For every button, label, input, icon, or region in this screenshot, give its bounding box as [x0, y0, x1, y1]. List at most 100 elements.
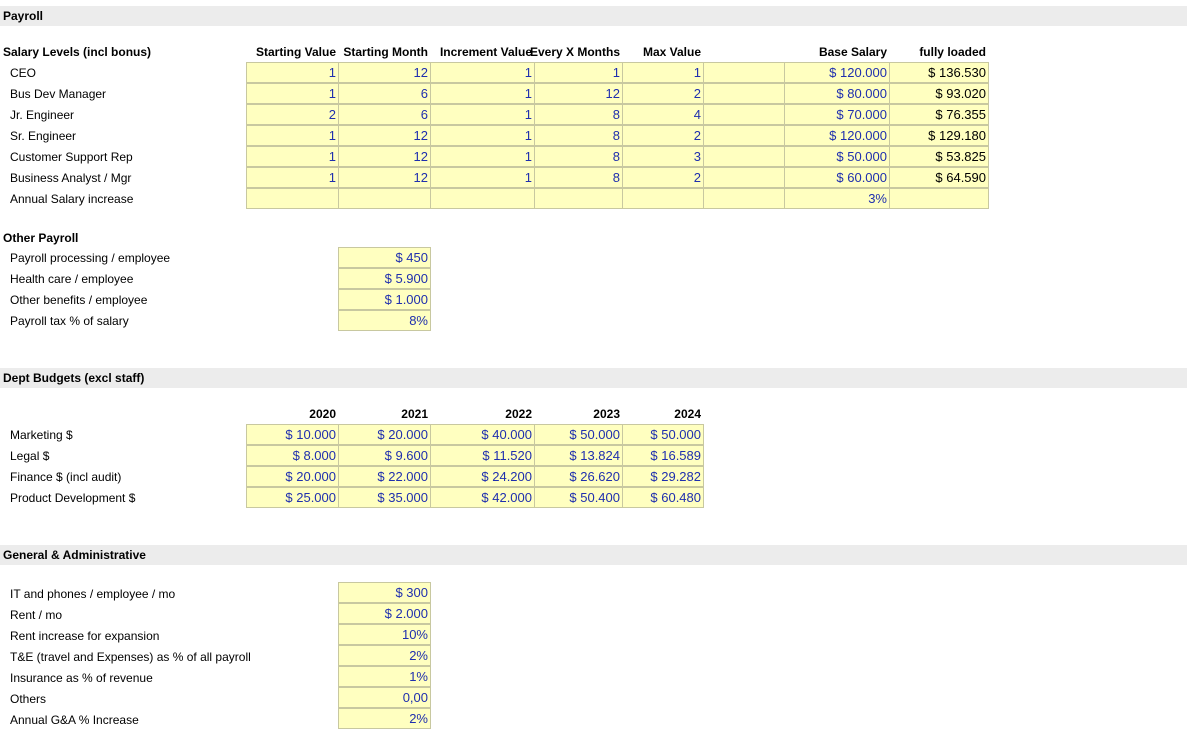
input-cell[interactable]: 12	[534, 83, 623, 104]
input-cell[interactable]	[703, 146, 785, 167]
input-cell[interactable]: 6	[338, 104, 431, 125]
input-cell[interactable]: $ 1.000	[338, 289, 431, 310]
input-cell[interactable]	[246, 188, 339, 209]
input-cell[interactable]: $ 13.824	[534, 445, 623, 466]
section-title: General & Administrative	[3, 548, 146, 562]
input-cell[interactable]: $ 24.200	[430, 466, 535, 487]
input-cell[interactable]: 1	[430, 83, 535, 104]
input-cell[interactable]: $ 70.000	[784, 104, 890, 125]
input-cell[interactable]: 1	[430, 125, 535, 146]
input-cell[interactable]: $ 136.530	[889, 62, 989, 83]
input-cell[interactable]: 8	[534, 125, 623, 146]
input-cell[interactable]	[338, 188, 431, 209]
row-label: Customer Support Rep	[10, 150, 133, 164]
input-cell[interactable]: 0,00	[338, 687, 431, 708]
input-cell[interactable]: 2	[622, 167, 704, 188]
input-cell[interactable]: 4	[622, 104, 704, 125]
row-label: Sr. Engineer	[10, 129, 77, 143]
input-cell[interactable]: $ 450	[338, 247, 431, 268]
input-cell[interactable]: 2	[246, 104, 339, 125]
input-cell[interactable]: $ 64.590	[889, 167, 989, 188]
input-cell[interactable]: $ 20.000	[246, 466, 339, 487]
row-label: Business Analyst / Mgr	[10, 171, 132, 185]
input-cell[interactable]: 12	[338, 125, 431, 146]
input-cell[interactable]: 12	[338, 167, 431, 188]
input-cell[interactable]: $ 11.520	[430, 445, 535, 466]
input-cell[interactable]: 2%	[338, 708, 431, 729]
input-cell[interactable]: $ 60.000	[784, 167, 890, 188]
input-cell[interactable]: $ 16.589	[622, 445, 704, 466]
input-cell[interactable]: 1	[430, 62, 535, 83]
input-cell[interactable]: 2	[622, 125, 704, 146]
input-cell[interactable]	[703, 167, 785, 188]
row-label: Other benefits / employee	[10, 293, 148, 307]
input-cell[interactable]: $ 40.000	[430, 424, 535, 445]
input-cell[interactable]: $ 60.480	[622, 487, 704, 508]
input-cell[interactable]: $ 5.900	[338, 268, 431, 289]
input-cell[interactable]	[622, 188, 704, 209]
input-cell[interactable]	[703, 188, 785, 209]
row-label: Annual Salary increase	[10, 192, 134, 206]
input-cell[interactable]: 1%	[338, 666, 431, 687]
input-cell[interactable]: 1	[430, 104, 535, 125]
input-cell[interactable]	[430, 188, 535, 209]
input-cell[interactable]	[889, 188, 989, 209]
year-header: 2021	[401, 407, 428, 421]
input-cell[interactable]	[703, 83, 785, 104]
input-cell[interactable]: 8	[534, 104, 623, 125]
input-cell[interactable]: $ 120.000	[784, 62, 890, 83]
input-cell[interactable]: $ 10.000	[246, 424, 339, 445]
input-cell[interactable]: $ 2.000	[338, 603, 431, 624]
input-cell[interactable]: $ 93.020	[889, 83, 989, 104]
row-label: CEO	[10, 66, 37, 80]
input-cell[interactable]: $ 50.400	[534, 487, 623, 508]
input-cell[interactable]: 12	[338, 62, 431, 83]
input-cell[interactable]: $ 76.355	[889, 104, 989, 125]
section-header-dept-budgets: Dept Budgets (excl staff)	[0, 368, 1187, 388]
input-cell[interactable]: 1	[246, 146, 339, 167]
input-cell[interactable]: $ 50.000	[622, 424, 704, 445]
row-label: Health care / employee	[10, 272, 134, 286]
input-cell[interactable]	[703, 125, 785, 146]
input-cell[interactable]: $ 35.000	[338, 487, 431, 508]
input-cell[interactable]: 8	[534, 167, 623, 188]
input-cell[interactable]	[703, 62, 785, 83]
input-cell[interactable]: 1	[430, 146, 535, 167]
input-cell[interactable]: 6	[338, 83, 431, 104]
input-cell[interactable]: 8%	[338, 310, 431, 331]
input-cell[interactable]: 8	[534, 146, 623, 167]
input-cell[interactable]: $ 120.000	[784, 125, 890, 146]
input-cell[interactable]: 2%	[338, 645, 431, 666]
input-cell[interactable]: $ 25.000	[246, 487, 339, 508]
input-cell[interactable]: 1	[246, 62, 339, 83]
section-title: Dept Budgets (excl staff)	[3, 371, 145, 385]
input-cell[interactable]: 10%	[338, 624, 431, 645]
input-cell[interactable]: $ 50.000	[534, 424, 623, 445]
input-cell[interactable]: $ 80.000	[784, 83, 890, 104]
input-cell[interactable]: 12	[338, 146, 431, 167]
input-cell[interactable]	[703, 104, 785, 125]
input-cell[interactable]: $ 50.000	[784, 146, 890, 167]
column-header: fully loaded	[919, 45, 986, 59]
input-cell[interactable]: 1	[534, 62, 623, 83]
input-cell[interactable]: $ 53.825	[889, 146, 989, 167]
input-cell[interactable]: 1	[622, 62, 704, 83]
input-cell[interactable]: $ 8.000	[246, 445, 339, 466]
input-cell[interactable]: 1	[246, 83, 339, 104]
input-cell[interactable]: $ 26.620	[534, 466, 623, 487]
input-cell[interactable]: 3%	[784, 188, 890, 209]
input-cell[interactable]	[534, 188, 623, 209]
input-cell[interactable]: $ 129.180	[889, 125, 989, 146]
input-cell[interactable]: $ 22.000	[338, 466, 431, 487]
input-cell[interactable]: 1	[430, 167, 535, 188]
input-cell[interactable]: $ 42.000	[430, 487, 535, 508]
input-cell[interactable]: $ 20.000	[338, 424, 431, 445]
input-cell[interactable]: 1	[246, 125, 339, 146]
input-cell[interactable]: $ 300	[338, 582, 431, 603]
input-cell[interactable]: 3	[622, 146, 704, 167]
row-label: Finance $ (incl audit)	[10, 470, 122, 484]
input-cell[interactable]: $ 29.282	[622, 466, 704, 487]
input-cell[interactable]: 1	[246, 167, 339, 188]
input-cell[interactable]: 2	[622, 83, 704, 104]
input-cell[interactable]: $ 9.600	[338, 445, 431, 466]
